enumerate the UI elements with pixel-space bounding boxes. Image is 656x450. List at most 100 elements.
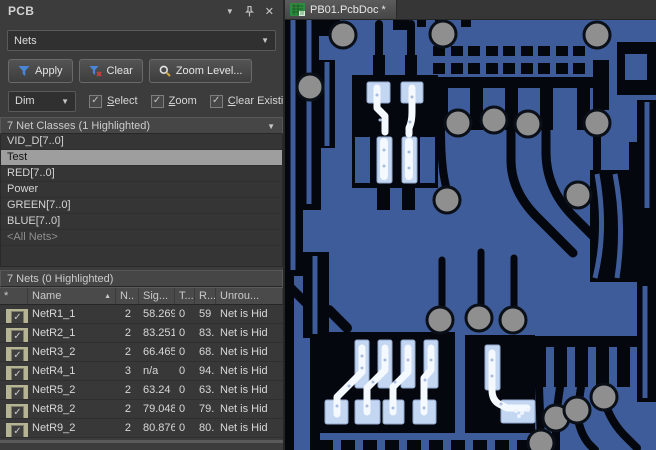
select-checkbox[interactable]: ✓ [89,94,102,108]
pcb-canvas[interactable] [285,20,656,450]
net-unrouted: Net is Hid [220,308,268,320]
net-row[interactable]: ✓ NetR9_2 2 80.876 0 80. Net is Hid [0,419,283,438]
nets-table-header: * Name ▲ N.. Sig... T... R... Unrou... [0,287,283,305]
apply-button[interactable]: Apply [8,59,73,83]
clear-button[interactable]: Clear [78,59,143,83]
clear-existing-label: Clear Existing [227,95,283,107]
net-routed: 83. [199,327,215,339]
net-enabled-checkbox[interactable]: ✓ [6,309,28,323]
net-class-item[interactable]: GREEN[7..0] [1,198,282,214]
net-unrouted: Net is Hid [220,346,268,358]
net-unrouted: Net is Hid [220,384,268,396]
net-classes-header[interactable]: 7 Net Classes (1 Highlighted) ▼ [0,117,283,134]
net-unrouted: Net is Hid [220,327,268,339]
magnifier-icon [159,65,171,77]
zoom-checkbox[interactable]: ✓ [150,94,164,108]
view-selector-value: Nets [14,34,37,47]
net-routed: 59 [199,308,212,320]
pin-icon[interactable] [244,5,254,17]
net-routed: 94. [199,365,215,377]
option-zoom: ✓ Zoom [150,94,197,108]
highlight-mode-dropdown[interactable]: Dim ▼ [8,90,76,112]
net-t: 0 [179,346,186,358]
net-t: 0 [179,308,186,320]
close-icon[interactable]: ✕ [265,5,274,18]
filter-icon [18,66,30,76]
net-class-item-selected[interactable]: Test [1,150,282,166]
net-signal: 63.24 [143,384,171,396]
clear-existing-checkbox[interactable]: ✓ [209,94,223,108]
net-signal: 66.465 [143,346,175,358]
column-header-routed[interactable]: R... [195,288,216,304]
net-t: 0 [179,384,186,396]
net-nodes: 3 [124,365,131,377]
option-clear-existing: ✓ Clear Existing [209,94,283,108]
net-name: NetR1_1 [32,308,76,320]
net-routed: 80. [199,422,215,434]
select-label: Select [107,95,138,107]
net-enabled-checkbox[interactable]: ✓ [6,366,28,380]
panel-menu-icon[interactable]: ▼ [226,7,234,16]
option-select: ✓ Select [89,94,138,108]
net-name: NetR8_2 [32,403,76,415]
document-tab-bar: PB01.PcbDoc * [285,0,656,20]
net-routed: 68. [199,346,215,358]
net-name: NetR5_2 [32,384,76,396]
altium-pcb-window: PCB ▼ ✕ Nets ▼ Apply Clear Zoom Level...… [0,0,656,450]
net-enabled-checkbox[interactable]: ✓ [6,423,28,437]
net-t: 0 [179,327,186,339]
net-row[interactable]: ✓ NetR2_1 2 83.251 0 83. Net is Hid [0,324,283,343]
highlight-mode-value: Dim [15,95,35,107]
net-t: 0 [179,403,186,415]
net-class-item[interactable]: RED[7..0] [1,166,282,182]
zoom-label: Zoom [168,95,197,107]
net-signal: 58.269 [143,308,175,320]
column-header-selected[interactable]: * [0,288,28,304]
net-unrouted: Net is Hid [220,422,268,434]
document-area: PB01.PcbDoc * [285,0,656,450]
net-row[interactable]: ✓ NetR1_1 2 58.269 0 59 Net is Hid [0,305,283,324]
chevron-down-icon: ▼ [267,121,275,131]
net-row[interactable]: ✓ NetR8_2 2 79.048 0 79. Net is Hid [0,400,283,419]
net-signal: 80.876 [143,422,175,434]
net-name: NetR3_2 [32,346,76,358]
filter-clear-icon [89,66,102,77]
chevron-down-icon: ▼ [61,96,69,106]
pcb-document-icon [290,3,305,16]
document-tab[interactable]: PB01.PcbDoc * [285,0,397,19]
net-class-item[interactable]: VID_D[7..0] [1,134,282,150]
net-enabled-checkbox[interactable]: ✓ [6,347,28,361]
panel-title: PCB [8,4,35,18]
net-signal: 83.251 [143,327,175,339]
panel-toolbar: Apply Clear Zoom Level... [8,59,283,83]
net-row[interactable]: ✓ NetR4_1 3 n/a 0 94. Net is Hid [0,362,283,381]
net-enabled-checkbox[interactable]: ✓ [6,385,28,399]
net-enabled-checkbox[interactable]: ✓ [6,404,28,418]
panel-titlebar: PCB ▼ ✕ [0,0,283,22]
net-class-item-all-nets[interactable]: <All Nets> [1,230,282,246]
net-unrouted: Net is Hid [220,365,268,377]
net-routed: 63. [199,384,215,396]
net-nodes: 2 [124,327,131,339]
net-nodes: 2 [124,422,131,434]
column-header-nodes[interactable]: N.. [116,288,139,304]
net-row[interactable]: ✓ NetR5_2 2 63.24 0 63. Net is Hid [0,381,283,400]
nets-header: 7 Nets (0 Highlighted) [0,270,283,287]
view-selector-dropdown[interactable]: Nets ▼ [7,30,276,51]
net-row[interactable]: ✓ NetR3_2 2 66.465 0 68. Net is Hid [0,343,283,362]
net-name: NetR2_1 [32,327,76,339]
zoom-level-button[interactable]: Zoom Level... [148,59,253,83]
net-nodes: 2 [124,384,131,396]
pcb-panel: PCB ▼ ✕ Nets ▼ Apply Clear Zoom Level...… [0,0,283,450]
column-header-unrouted[interactable]: Unrou... [216,288,283,304]
sort-ascending-icon: ▲ [104,292,111,300]
highlight-options-row: Dim ▼ ✓ Select ✓ Zoom ✓ Clear Existing [8,90,283,112]
column-header-signal[interactable]: Sig... [139,288,175,304]
column-header-t[interactable]: T... [175,288,195,304]
net-enabled-checkbox[interactable]: ✓ [6,328,28,342]
column-header-name[interactable]: Name ▲ [28,288,116,304]
net-class-item[interactable]: BLUE[7..0] [1,214,282,230]
net-name: NetR9_2 [32,422,76,434]
panel-section-splitter[interactable] [0,440,283,443]
net-class-item[interactable]: Power [1,182,282,198]
